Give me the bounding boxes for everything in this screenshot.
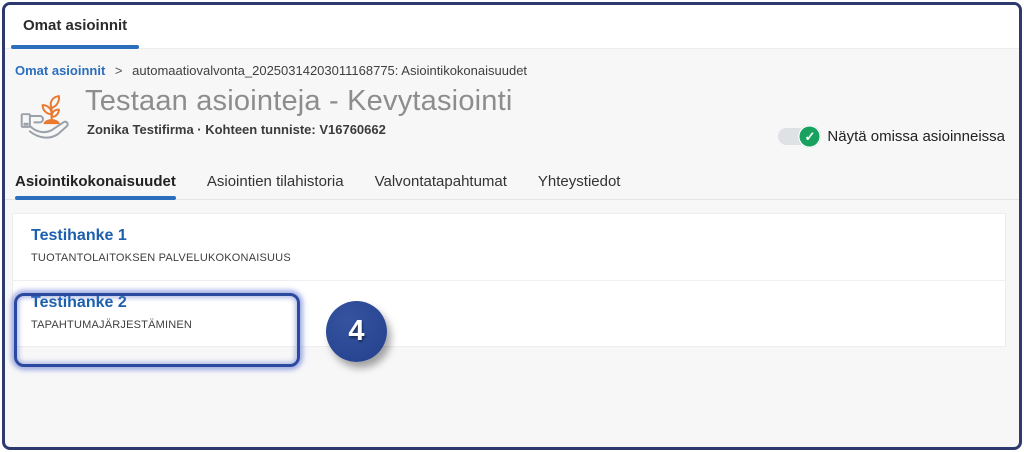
window-tab-omat-asioinnit[interactable]: Omat asioinnit [11, 5, 139, 49]
app-window: Omat asioinnit Omat asioinnit > automaat… [2, 2, 1022, 450]
list-item-subtitle: TUOTANTOLAITOKSEN PALVELUKOKONAISUUS [31, 252, 987, 264]
asiointikokonaisuudet-list: Testihanke 1 TUOTANTOLAITOKSEN PALVELUKO… [12, 213, 1006, 347]
breadcrumb-link-omat-asioinnit[interactable]: Omat asioinnit [15, 63, 105, 78]
tab-label: Asiointien tilahistoria [207, 173, 344, 190]
hand-holding-sprout-icon [19, 87, 77, 145]
window-tab-label: Omat asioinnit [23, 17, 127, 34]
tab-label: Valvontatapahtumat [375, 173, 507, 190]
breadcrumb-current: automaatiovalvonta_20250314203011168775:… [132, 63, 527, 78]
page-title: Testaan asiointeja - Kevytasiointi [85, 85, 513, 118]
list-item-subtitle: TAPAHTUMAJÄRJESTÄMINEN [31, 319, 987, 331]
tab-label: Asiointikokonaisuudet [15, 173, 176, 190]
toggle-check-icon: ✓ [798, 125, 821, 148]
tab-yhteystiedot[interactable]: Yhteystiedot [538, 173, 621, 199]
show-in-own-transactions-toggle-group: ✓ Näytä omissa asioinneissa [778, 128, 1005, 145]
active-tab-underline [11, 45, 139, 49]
tab-label: Yhteystiedot [538, 173, 621, 190]
toggle-label: Näytä omissa asioinneissa [827, 128, 1005, 145]
page-subtitle: Zonika Testifirma · Kohteen tunniste: V1… [87, 122, 513, 137]
breadcrumb-separator: > [115, 63, 123, 78]
tab-active-underline [15, 196, 176, 200]
tab-asiointikokonaisuudet[interactable]: Asiointikokonaisuudet [15, 173, 176, 199]
tab-valvontatapahtumat[interactable]: Valvontatapahtumat [375, 173, 507, 199]
page-header: Testaan asiointeja - Kevytasiointi Zonik… [5, 85, 1019, 157]
tab-asiointien-tilahistoria[interactable]: Asiointien tilahistoria [207, 173, 344, 199]
list-item-testihanke-1[interactable]: Testihanke 1 TUOTANTOLAITOKSEN PALVELUKO… [13, 214, 1005, 280]
breadcrumb: Omat asioinnit > automaatiovalvonta_2025… [5, 49, 1019, 78]
list-item-testihanke-2[interactable]: Testihanke 2 TAPAHTUMAJÄRJESTÄMINEN [13, 280, 1005, 346]
top-tab-bar: Omat asioinnit [5, 5, 1019, 49]
list-item-title: Testihanke 2 [31, 294, 987, 312]
sprout-mound [43, 119, 59, 124]
show-in-own-transactions-toggle[interactable]: ✓ [778, 128, 818, 145]
page-tabs: Asiointikokonaisuudet Asiointien tilahis… [5, 173, 1019, 200]
list-item-title: Testihanke 1 [31, 227, 987, 245]
